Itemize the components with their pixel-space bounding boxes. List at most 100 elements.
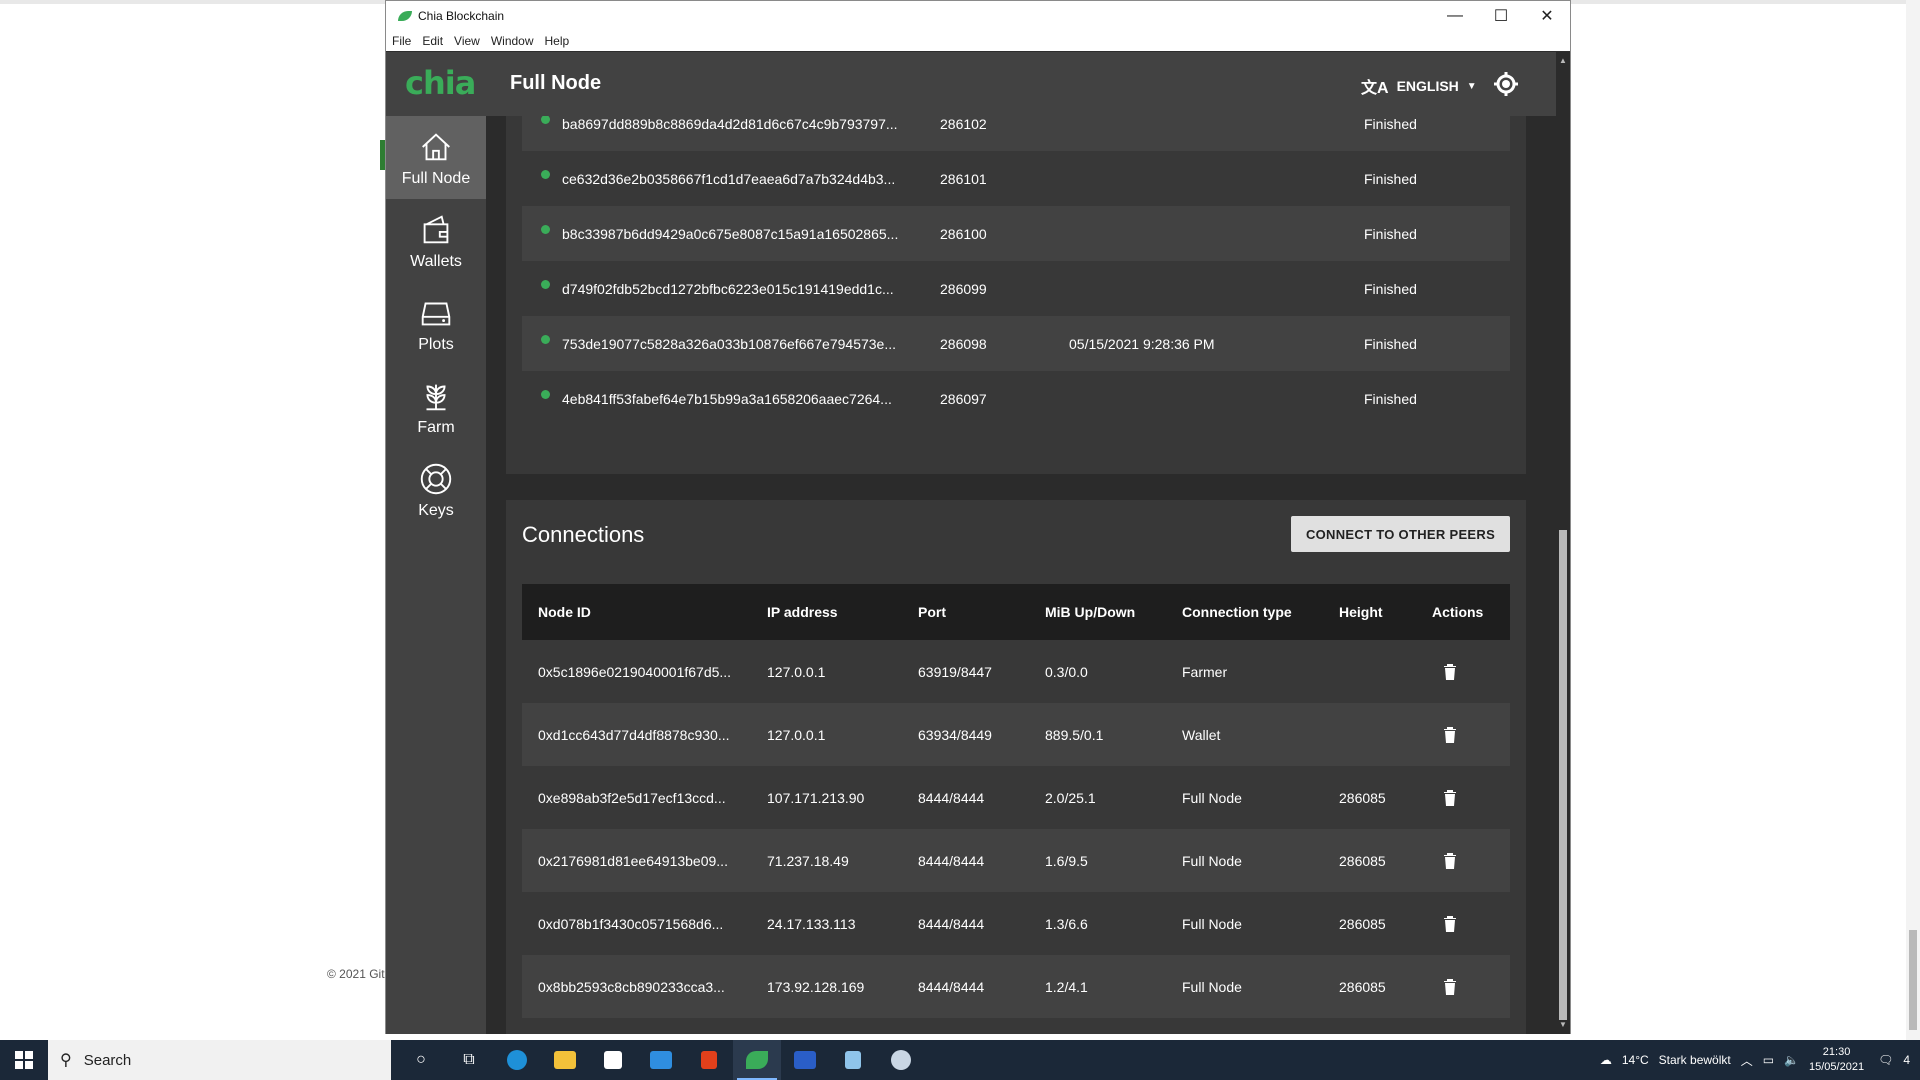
window-title: Chia Blockchain [418,9,505,23]
table-row[interactable]: d749f02fdb52bcd1272bfbc6223e015c191419ed… [522,261,1510,316]
delete-icon[interactable] [1443,662,1457,680]
status-dot [541,170,550,179]
minimize-button[interactable]: — [1432,1,1478,31]
cell-connection-type: Full Node [1182,789,1242,806]
header-height[interactable]: Height [1339,604,1383,620]
windows-start-button[interactable] [0,1040,48,1080]
table-row[interactable]: 0xd078b1f3430c0571568d6... 24.17.133.113 8… [522,892,1510,955]
cell-height: 286085 [1339,978,1386,995]
table-row[interactable]: ba8697dd889b8c8869da4d2d81d6c67c4c9b7937… [522,116,1510,151]
mail-icon[interactable] [637,1040,685,1080]
sidebar-item-full-node[interactable]: Full Node [386,116,486,199]
block-hash[interactable]: 4eb841ff53fabef64e7b15b99a3a1658206aaec7… [562,391,892,407]
clock[interactable]: 21:30 15/05/2021 [1809,1045,1864,1075]
home-icon [422,132,450,160]
paint-icon[interactable] [877,1040,925,1080]
blocks-table: ba8697dd889b8c8869da4d2d81d6c67c4c9b7937… [522,116,1510,426]
maximize-button[interactable]: ☐ [1478,1,1524,31]
block-hash[interactable]: b8c33987b6dd9429a0c675e8087c15a91a165028… [562,226,898,242]
table-row[interactable]: 4eb841ff53fabef64e7b15b99a3a1658206aaec7… [522,371,1510,426]
block-state: Finished [1364,280,1417,297]
background-scrollbar[interactable] [1906,0,1920,1040]
delete-icon[interactable] [1443,851,1457,869]
menu-view[interactable]: View [454,34,480,48]
table-row[interactable]: 0xe898ab3f2e5d17ecf13ccd... 107.171.213.9… [522,766,1510,829]
cell-connection-type: Farmer [1182,663,1228,680]
language-selector[interactable]: 文A ENGLISH ▼ [1361,74,1477,98]
sidebar-item-wallets[interactable]: Wallets [386,199,486,282]
delete-icon[interactable] [1443,914,1457,932]
header-mib-up-down[interactable]: MiB Up/Down [1045,604,1135,620]
blocks-card: ba8697dd889b8c8869da4d2d81d6c67c4c9b7937… [506,116,1526,474]
chia-app-icon[interactable] [733,1040,781,1080]
scroll-up-icon[interactable]: ▲ [1559,56,1567,65]
file-explorer-icon[interactable] [541,1040,589,1080]
notifications-count: 4 [1903,1053,1910,1067]
title-bar[interactable]: Chia Blockchain — ☐ ✕ [386,1,1570,31]
weather-text[interactable]: Stark bewölkt [1659,1053,1731,1067]
block-height: 286100 [940,225,987,242]
network-icon[interactable]: ▭ [1763,1053,1774,1067]
volume-icon[interactable]: 🔈 [1784,1053,1799,1067]
delete-icon[interactable] [1443,788,1457,806]
powershell-icon[interactable] [781,1040,829,1080]
menu-file[interactable]: File [392,34,411,48]
taskbar-search-input[interactable]: ⚲ Search [48,1040,391,1080]
block-height: 286101 [940,170,987,187]
cortana-icon[interactable]: ○ [397,1040,445,1080]
block-hash[interactable]: ce632d36e2b0358667f1cd1d7eaea6d7a7b324d4… [562,171,895,187]
chia-logo[interactable]: chia [405,64,476,102]
cell-mib-up-down: 1.2/4.1 [1045,978,1088,995]
cell-node-id: 0x5c1896e0219040001f67d5... [538,663,732,680]
menu-edit[interactable]: Edit [422,34,443,48]
sidebar-item-farm[interactable]: Farm [386,365,486,448]
menu-help[interactable]: Help [545,34,570,48]
block-time: 05/15/2021 9:28:36 PM [1069,335,1215,352]
weather-icon[interactable]: ☁ [1600,1053,1612,1067]
block-hash[interactable]: 753de19077c5828a326a033b10876ef667e79457… [562,336,896,352]
delete-icon[interactable] [1443,725,1457,743]
table-row[interactable]: b8c33987b6dd9429a0c675e8087c15a91a165028… [522,206,1510,261]
table-row[interactable]: ce632d36e2b0358667f1cd1d7eaea6d7a7b324d4… [522,151,1510,206]
notifications-icon[interactable]: 🗨 [1878,1053,1893,1067]
store-icon[interactable] [589,1040,637,1080]
header-ip-address[interactable]: IP address [767,604,838,620]
app-scrollbar-thumb[interactable] [1559,530,1567,1020]
table-row[interactable]: 0x5c1896e0219040001f67d5... 127.0.0.1 6391… [522,640,1510,703]
connect-to-peers-button[interactable]: CONNECT TO OTHER PEERS [1291,516,1510,552]
header-port[interactable]: Port [918,604,946,620]
table-row[interactable]: 0x8bb2593c8cb890233cca3... 173.92.128.169… [522,955,1510,1018]
header-connection-type[interactable]: Connection type [1182,604,1292,620]
app-scrollbar[interactable]: ▲ ▼ [1556,52,1570,1034]
table-row[interactable]: 0x2176981d81ee64913be09... 71.237.18.49 84… [522,829,1510,892]
header-node-id[interactable]: Node ID [538,604,591,620]
cell-port: 63919/8447 [918,663,992,680]
cell-port: 8444/8444 [918,789,985,806]
main-content: ba8697dd889b8c8869da4d2d81d6c67c4c9b7937… [486,116,1556,1034]
status-dot [541,225,550,234]
weather-temp[interactable]: 14°C [1622,1053,1649,1067]
block-hash[interactable]: ba8697dd889b8c8869da4d2d81d6c67c4c9b7937… [562,116,898,132]
scroll-down-icon[interactable]: ▼ [1559,1020,1567,1029]
close-button[interactable]: ✕ [1524,1,1570,31]
office-icon[interactable] [685,1040,733,1080]
sidebar-item-label: Farm [417,418,455,436]
tray-chevron-up-icon[interactable]: ︿ [1741,1052,1753,1069]
sidebar-item-plots[interactable]: Plots [386,282,486,365]
table-row[interactable]: 0xd1cc643d77d4df8878c930... 127.0.0.1 6393… [522,703,1510,766]
cell-ip-address: 71.237.18.49 [767,852,849,869]
notepad-icon[interactable] [829,1040,877,1080]
cell-node-id: 0xe898ab3f2e5d17ecf13ccd... [538,789,726,806]
menu-window[interactable]: Window [491,34,534,48]
block-hash[interactable]: d749f02fdb52bcd1272bfbc6223e015c191419ed… [562,281,894,297]
cell-connection-type: Full Node [1182,852,1242,869]
edge-browser-icon[interactable] [493,1040,541,1080]
delete-icon[interactable] [1443,977,1457,995]
cell-height: 286085 [1339,789,1386,806]
table-row[interactable]: 753de19077c5828a326a033b10876ef667e79457… [522,316,1510,371]
theme-toggle-icon[interactable] [1494,72,1518,96]
sidebar-item-keys[interactable]: Keys [386,448,486,531]
cell-mib-up-down: 1.6/9.5 [1045,852,1088,869]
task-view-icon[interactable]: ⧉ [445,1040,493,1080]
background-scrollbar-thumb[interactable] [1909,930,1917,1030]
